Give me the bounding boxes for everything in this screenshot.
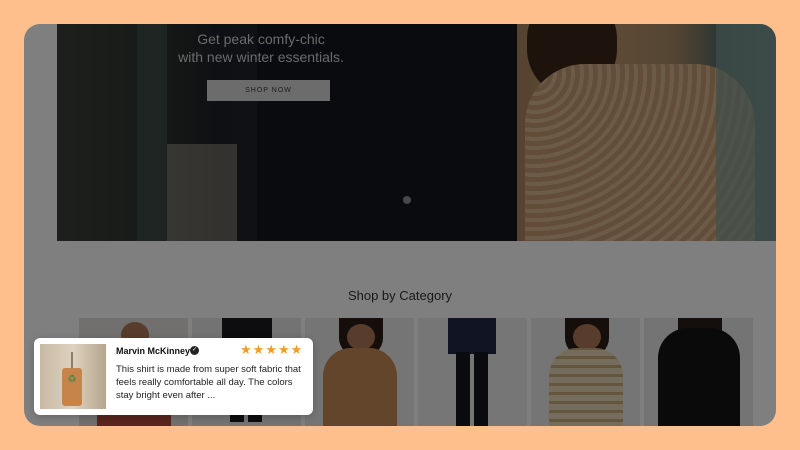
star-rating: ★ ★ ★ ★ ★ [240,343,303,356]
review-product-image: ♻ [40,344,106,409]
review-popup[interactable]: ♻ Marvin McKinney ✓ ★ ★ ★ ★ ★ This shirt… [34,338,313,415]
review-text: This shirt is made from super soft fabri… [116,364,301,401]
reviewer-name: Marvin McKinney [116,346,191,356]
recycle-icon: ♻ [67,374,77,385]
verified-icon: ✓ [190,346,199,355]
star-icon: ★ [252,342,265,357]
star-icon: ★ [277,342,290,357]
recycle-tag: ♻ [62,368,82,406]
star-icon: ★ [265,342,277,357]
star-icon: ★ [290,342,303,357]
star-icon: ★ [240,342,252,357]
